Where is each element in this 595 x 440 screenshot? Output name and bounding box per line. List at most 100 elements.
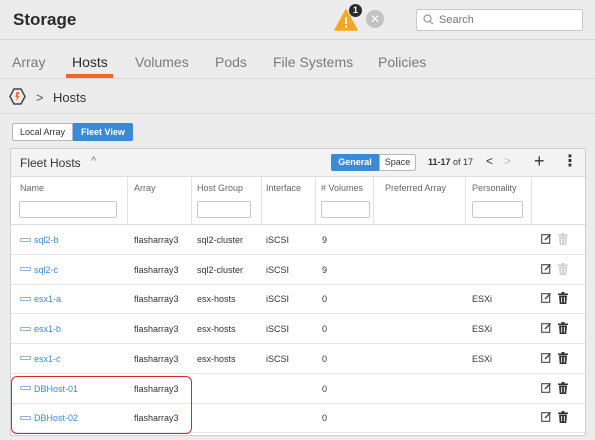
column-divider — [191, 177, 192, 224]
column-divider — [373, 177, 374, 224]
cell-host-group: esx-hosts — [197, 353, 236, 364]
cell-array: flasharray3 — [134, 324, 179, 335]
cell-array: flasharray3 — [134, 353, 179, 364]
cell-volumes: 0 — [322, 324, 328, 335]
pure-logo-icon[interactable] — [9, 88, 26, 105]
cell-name[interactable]: DBHost-02 — [20, 413, 78, 423]
cell-volumes: 0 — [322, 383, 328, 394]
panel-title: Fleet Hosts — [20, 156, 81, 170]
cell-volumes: 9 — [322, 264, 328, 275]
delete-icon[interactable] — [558, 411, 568, 426]
local-array-button[interactable]: Local Array — [12, 123, 74, 141]
column-header-array[interactable]: Array — [134, 183, 156, 193]
cell-array: flasharray3 — [134, 235, 179, 245]
header-divider — [11, 224, 585, 225]
tab-policies[interactable]: Policies — [378, 54, 426, 70]
host-name-link[interactable]: esx1-a — [34, 294, 61, 304]
add-host-button[interactable]: + — [534, 151, 545, 171]
tab-file-systems[interactable]: File Systems — [273, 54, 353, 70]
host-name-link[interactable]: esx1-b — [34, 324, 61, 334]
search-icon — [423, 14, 434, 25]
fleet-hosts-panel: Fleet Hosts ^ General Space 11-17 of 17 … — [10, 148, 586, 436]
column-header-volumes[interactable]: # Volumes — [321, 183, 363, 193]
delete-icon[interactable] — [558, 262, 568, 278]
name-filter-input[interactable] — [19, 201, 117, 218]
cell-name[interactable]: esx1-b — [20, 324, 61, 334]
edit-icon[interactable] — [541, 411, 552, 425]
column-divider — [531, 177, 532, 224]
active-tab-indicator — [66, 74, 113, 78]
column-header-personality[interactable]: Personality — [472, 183, 517, 193]
delete-icon[interactable] — [558, 351, 568, 367]
next-page-icon[interactable]: > — [504, 154, 511, 168]
table-row[interactable]: sql2-b flasharray3 sql2-cluster iSCSI 9 — [11, 226, 585, 255]
search-input[interactable] — [437, 12, 577, 28]
edit-icon[interactable] — [541, 263, 552, 277]
column-header-interface[interactable]: Interface — [266, 183, 301, 193]
app-header: Storage 1 ✕ — [0, 0, 595, 40]
main-tabs: Array Hosts Volumes Pods File Systems Po… — [0, 41, 595, 79]
cell-array: flasharray3 — [134, 264, 179, 275]
edit-icon[interactable] — [541, 382, 552, 396]
edit-icon[interactable] — [541, 352, 552, 366]
edit-icon[interactable] — [541, 292, 552, 306]
cell-volumes: 0 — [322, 413, 328, 424]
host-name-link[interactable]: DBHost-01 — [34, 384, 78, 394]
cell-volumes: 9 — [322, 235, 328, 245]
cell-interface: iSCSI — [266, 235, 290, 245]
cell-name[interactable]: esx1-c — [20, 354, 61, 364]
host-name-link[interactable]: sql2-b — [34, 235, 59, 245]
cell-interface: iSCSI — [266, 324, 290, 335]
cell-name[interactable]: esx1-a — [20, 294, 61, 304]
host-name-link[interactable]: sql2-c — [34, 265, 58, 275]
table-row[interactable]: esx1-b flasharray3 esx-hosts iSCSI 0 ESXi — [11, 315, 585, 345]
cell-personality: ESXi — [472, 294, 493, 305]
collapse-caret-icon[interactable]: ^ — [91, 155, 96, 167]
delete-icon[interactable] — [558, 233, 568, 248]
general-view-button[interactable]: General — [331, 154, 379, 171]
delete-icon[interactable] — [558, 381, 568, 397]
cell-name[interactable]: DBHost-01 — [20, 384, 78, 394]
breadcrumb: > Hosts — [0, 80, 595, 114]
host-icon — [20, 326, 31, 331]
edit-icon[interactable] — [541, 322, 552, 336]
cell-array: flasharray3 — [134, 294, 179, 305]
cell-name[interactable]: sql2-b — [20, 235, 59, 245]
column-header-name[interactable]: Name — [20, 183, 44, 193]
host-icon — [20, 386, 31, 391]
alert-count-badge: 1 — [349, 4, 362, 17]
table-row[interactable]: sql2-c flasharray3 sql2-cluster iSCSI 9 — [11, 256, 585, 285]
host-group-filter-input[interactable] — [197, 201, 251, 218]
column-header-host-group[interactable]: Host Group — [197, 183, 243, 193]
cell-array: flasharray3 — [134, 413, 179, 424]
tab-pods[interactable]: Pods — [215, 54, 247, 70]
table-row[interactable]: esx1-c flasharray3 esx-hosts iSCSI 0 ESXi — [11, 345, 585, 374]
cell-interface: iSCSI — [266, 353, 290, 364]
fleet-view-button[interactable]: Fleet View — [73, 123, 133, 141]
pagination-total: of 17 — [453, 157, 474, 167]
search-box[interactable] — [416, 9, 583, 31]
cell-name[interactable]: sql2-c — [20, 265, 58, 275]
delete-icon[interactable] — [558, 292, 568, 307]
volumes-filter-input[interactable] — [321, 201, 370, 218]
more-options-icon[interactable]: ⋮ — [562, 153, 578, 171]
column-header-preferred-array[interactable]: Preferred Array — [385, 183, 446, 193]
column-divider — [465, 177, 466, 224]
previous-page-icon[interactable]: < — [486, 154, 493, 168]
host-name-link[interactable]: DBHost-02 — [34, 413, 78, 423]
space-view-button[interactable]: Space — [379, 154, 416, 171]
delete-icon[interactable] — [558, 322, 568, 337]
edit-icon[interactable] — [541, 233, 552, 247]
personality-filter-input[interactable] — [472, 201, 523, 218]
tab-hosts[interactable]: Hosts — [72, 54, 108, 70]
host-icon — [20, 415, 31, 420]
breadcrumb-separator: > — [36, 90, 44, 105]
tab-array[interactable]: Array — [12, 54, 45, 70]
tab-volumes[interactable]: Volumes — [135, 54, 189, 70]
host-name-link[interactable]: esx1-c — [34, 354, 61, 364]
cell-personality: ESXi — [472, 324, 493, 335]
table-row[interactable]: DBHost-02 flasharray3 0 — [11, 404, 585, 434]
close-icon[interactable]: ✕ — [366, 10, 384, 28]
table-row[interactable]: DBHost-01 flasharray3 0 — [11, 375, 585, 404]
table-row[interactable]: esx1-a flasharray3 esx-hosts iSCSI 0 ESXi — [11, 285, 585, 315]
